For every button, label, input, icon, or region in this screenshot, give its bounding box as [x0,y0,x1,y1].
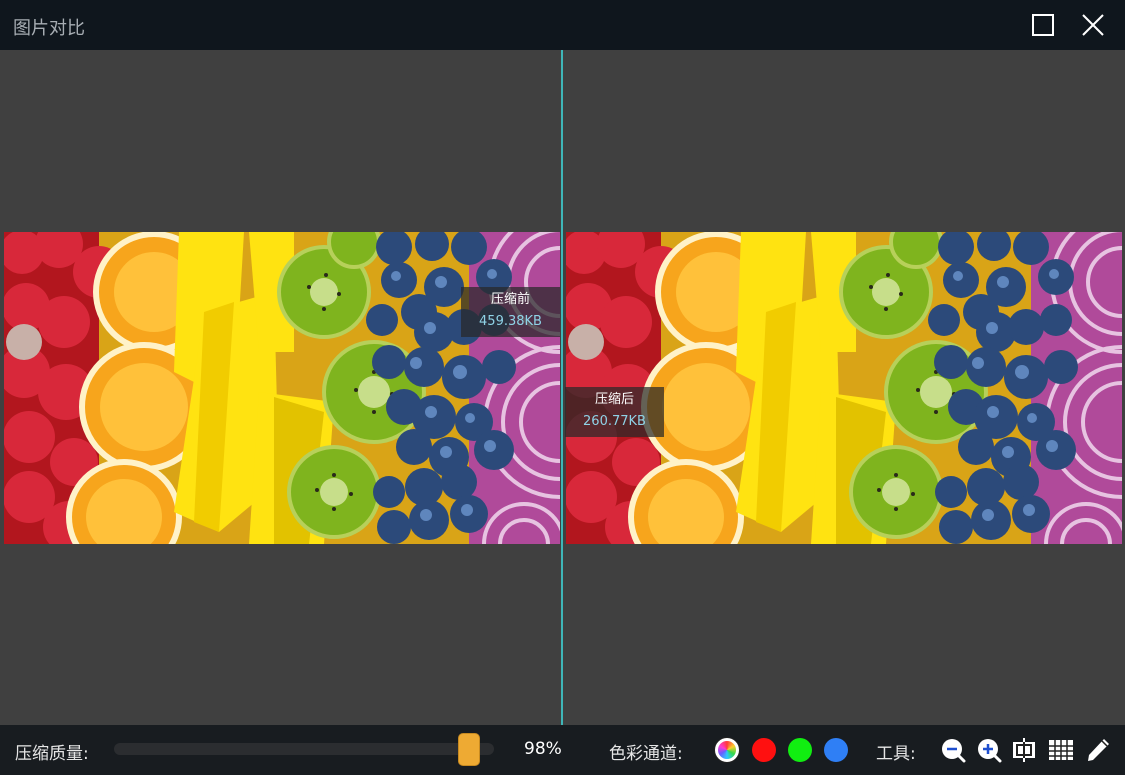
before-size: 459.38KB [479,314,542,329]
pencil-icon [1088,739,1109,761]
before-label: 压缩前 [490,292,530,307]
fit-to-window-button[interactable] [1011,737,1037,763]
maximize-button[interactable] [1030,12,1056,38]
channel-red-button[interactable] [752,738,776,762]
quality-slider-track[interactable] [114,743,494,755]
quality-value: 98% [524,739,562,759]
channel-label: 色彩通道: [609,744,683,764]
compare-divider-handle[interactable] [561,50,563,725]
after-size-tag: 压缩后 260.77KB [565,387,664,437]
zoom-in-button[interactable] [976,737,1002,763]
close-button[interactable] [1080,12,1106,38]
title-bar: 图片对比 [0,0,1125,50]
grid-button[interactable] [1048,737,1074,763]
zoom-in-icon [978,739,1002,763]
fruit-image-original [4,232,560,544]
fit-to-window-icon [1013,738,1035,762]
channel-green-button[interactable] [788,738,812,762]
after-size: 260.77KB [583,414,646,429]
channel-blue-button[interactable] [824,738,848,762]
close-icon [1082,14,1104,36]
pencil-button[interactable] [1085,737,1111,763]
image-compare-viewer[interactable]: 压缩前 459.38KB 压缩后 260.77KB [0,50,1125,725]
grid-icon [1049,740,1073,760]
quality-label: 压缩质量: [15,744,89,764]
before-size-tag: 压缩前 459.38KB [461,287,560,337]
zoom-out-icon [942,739,966,763]
quality-slider-handle[interactable] [458,733,480,766]
tools-label: 工具: [876,744,916,764]
maximize-icon [1032,14,1054,36]
zoom-out-button[interactable] [940,737,966,763]
window-title: 图片对比 [13,18,85,39]
channel-all-button[interactable] [715,738,739,762]
after-label: 压缩后 [594,392,634,407]
original-image [4,232,560,544]
